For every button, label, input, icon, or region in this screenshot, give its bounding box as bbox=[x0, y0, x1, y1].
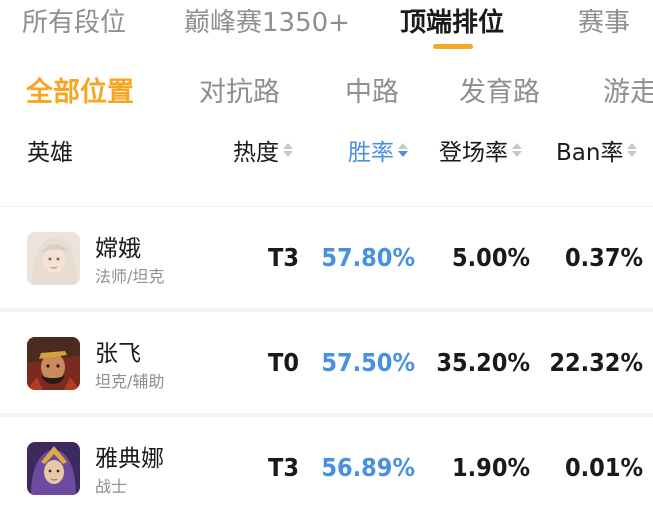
tab-all-ranks[interactable]: 所有段位 bbox=[22, 2, 126, 39]
table-row[interactable]: 嫦娥 法师/坦克 T3 57.80% 5.00% 0.37% bbox=[0, 207, 653, 308]
tab-top-ranked[interactable]: 顶端排位 bbox=[400, 2, 504, 39]
hero-roles: 坦克/辅助 bbox=[95, 372, 165, 391]
tab-farm-lane[interactable]: 发育路 bbox=[459, 70, 540, 109]
ban-rate: 22.32% bbox=[549, 348, 643, 377]
sort-icon bbox=[627, 143, 638, 157]
sort-descending-icon bbox=[398, 143, 408, 157]
position-tabs: 全部位置 对抗路 中路 发育路 游走 bbox=[0, 56, 653, 120]
hero-avatar bbox=[27, 337, 80, 390]
pick-rate: 35.20% bbox=[436, 348, 530, 377]
ban-rate: 0.01% bbox=[564, 453, 643, 482]
hero-name: 张飞 bbox=[95, 341, 141, 367]
win-rate: 57.80% bbox=[321, 243, 415, 272]
column-hero: 英雄 bbox=[27, 140, 73, 166]
tab-all-positions[interactable]: 全部位置 bbox=[26, 70, 134, 109]
tab-clash-lane[interactable]: 对抗路 bbox=[199, 70, 280, 109]
column-ban-rate[interactable]: Ban率 bbox=[556, 133, 638, 167]
table-header: 英雄 热度 胜率 登场率 Ban率 bbox=[0, 120, 653, 206]
column-heat[interactable]: 热度 bbox=[233, 133, 293, 167]
pick-rate: 1.90% bbox=[451, 453, 530, 482]
sort-icon bbox=[512, 143, 522, 157]
hero-name: 雅典娜 bbox=[95, 446, 164, 472]
hero-roles: 战士 bbox=[95, 477, 128, 496]
win-rate: 57.50% bbox=[321, 348, 415, 377]
tab-roam[interactable]: 游走 bbox=[603, 70, 653, 109]
hero-avatar bbox=[27, 442, 80, 495]
heat-tier: T3 bbox=[268, 453, 299, 482]
hero-roles: 法师/坦克 bbox=[95, 267, 165, 286]
win-rate: 56.89% bbox=[321, 453, 415, 482]
tab-mid-lane[interactable]: 中路 bbox=[345, 70, 399, 109]
sort-icon bbox=[283, 143, 293, 157]
tab-tournament[interactable]: 赛事 bbox=[578, 2, 630, 39]
heat-tier: T0 bbox=[268, 348, 299, 377]
pick-rate: 5.00% bbox=[451, 243, 530, 272]
rank-tabs: 所有段位 巅峰赛1350+ 顶端排位 赛事 bbox=[0, 0, 653, 56]
column-pick-rate[interactable]: 登场率 bbox=[439, 133, 522, 167]
table-row[interactable]: 张飞 坦克/辅助 T0 57.50% 35.20% 22.32% bbox=[0, 312, 653, 413]
active-tab-indicator bbox=[433, 44, 473, 49]
table-row[interactable]: 雅典娜 战士 T3 56.89% 1.90% 0.01% bbox=[0, 417, 653, 518]
column-win-rate[interactable]: 胜率 bbox=[348, 133, 408, 167]
ban-rate: 0.37% bbox=[564, 243, 643, 272]
heat-tier: T3 bbox=[268, 243, 299, 272]
tab-peak-1350[interactable]: 巅峰赛1350+ bbox=[184, 2, 350, 39]
hero-avatar bbox=[27, 232, 80, 285]
hero-name: 嫦娥 bbox=[95, 236, 141, 262]
